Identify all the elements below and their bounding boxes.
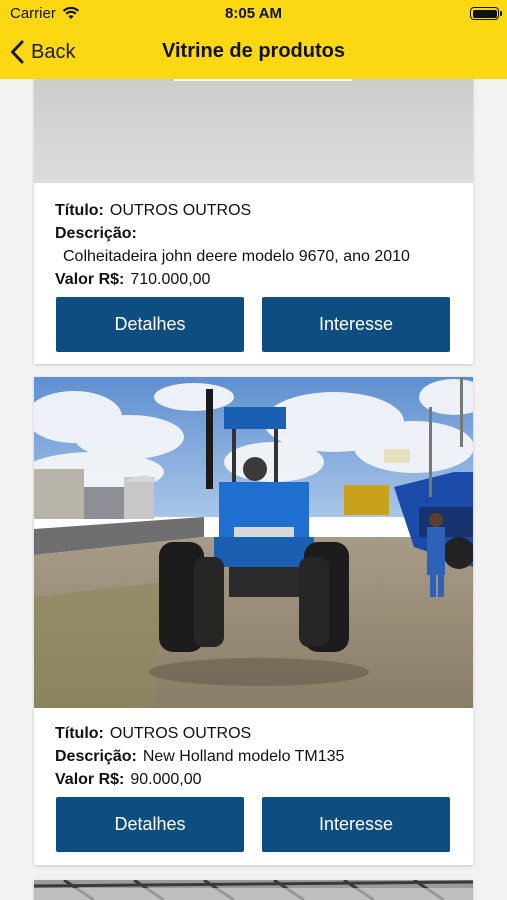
product-image[interactable] bbox=[34, 880, 473, 900]
product-card bbox=[34, 880, 473, 900]
top-bar: Carrier 8:05 AM Back Vitrine de produtos bbox=[0, 0, 507, 79]
status-bar: Carrier 8:05 AM bbox=[0, 0, 507, 28]
product-price: 710.000,00 bbox=[130, 271, 211, 288]
interest-button[interactable]: Interesse bbox=[262, 797, 450, 852]
product-card: Título: OUTROS OUTROS Descrição: New Holla… bbox=[34, 377, 473, 865]
details-button[interactable]: Detalhes bbox=[56, 797, 244, 852]
product-price: 90.000,00 bbox=[130, 771, 202, 788]
battery-icon bbox=[470, 7, 502, 20]
product-title-row: Título: OUTROS OUTROS bbox=[55, 722, 251, 745]
description-label: Descrição: bbox=[55, 225, 137, 242]
product-image[interactable] bbox=[34, 79, 473, 183]
product-description-label-row: Descrição: bbox=[55, 222, 143, 245]
product-photo bbox=[34, 880, 473, 900]
tractor-photo bbox=[34, 377, 473, 708]
navigation-bar: Back Vitrine de produtos bbox=[0, 28, 507, 79]
product-description-row: Descrição: New Holland modelo TM135 bbox=[55, 745, 344, 768]
product-price-row: Valor R$: 90.000,00 bbox=[55, 768, 202, 791]
details-button[interactable]: Detalhes bbox=[56, 297, 244, 352]
interest-button[interactable]: Interesse bbox=[262, 297, 450, 352]
product-description: New Holland modelo TM135 bbox=[142, 748, 345, 765]
product-list[interactable]: Título: OUTROS OUTROS Descrição: Colheita… bbox=[0, 79, 507, 900]
product-card: Título: OUTROS OUTROS Descrição: Colheita… bbox=[34, 79, 473, 364]
product-title-row: Título: OUTROS OUTROS bbox=[55, 199, 251, 222]
product-photo bbox=[34, 79, 473, 183]
clock: 8:05 AM bbox=[225, 5, 282, 22]
description-label: Descrição: bbox=[55, 748, 137, 765]
product-description: Colheitadeira john deere modelo 9670, an… bbox=[63, 248, 410, 265]
title-label: Título: bbox=[55, 725, 104, 742]
title-label: Título: bbox=[55, 202, 104, 219]
price-label: Valor R$: bbox=[55, 271, 125, 288]
product-description-row: Colheitadeira john deere modelo 9670, an… bbox=[63, 245, 410, 268]
price-label: Valor R$: bbox=[55, 771, 125, 788]
product-image[interactable] bbox=[34, 377, 473, 708]
product-title: OUTROS OUTROS bbox=[109, 202, 252, 219]
product-price-row: Valor R$: 710.000,00 bbox=[55, 268, 210, 291]
page-title: Vitrine de produtos bbox=[162, 40, 345, 62]
product-title: OUTROS OUTROS bbox=[109, 725, 252, 742]
